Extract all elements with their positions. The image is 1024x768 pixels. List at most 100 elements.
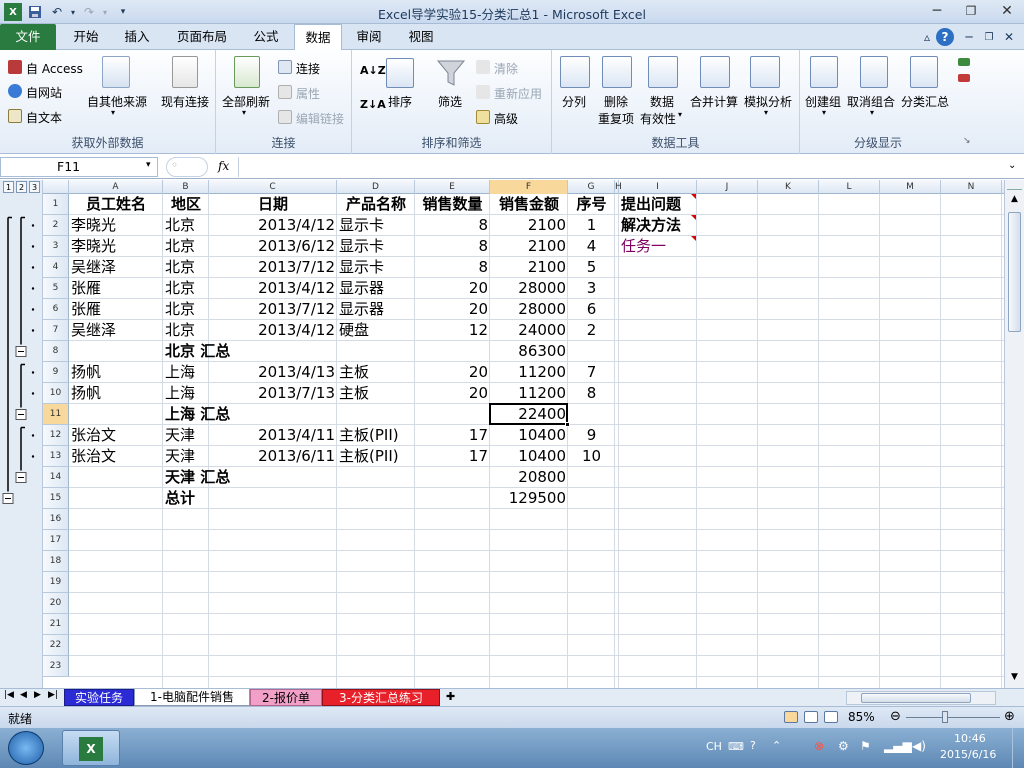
column-header-l[interactable]: L (819, 180, 880, 194)
taskbar-excel-button[interactable]: X (62, 730, 120, 766)
name-box[interactable]: F11 (0, 157, 158, 177)
cell-d4[interactable]: 显示卡 (337, 257, 415, 278)
help-icon[interactable]: ? (936, 28, 954, 46)
workbook-close-icon[interactable]: ✕ (1000, 28, 1018, 46)
row-header[interactable]: 23 (43, 656, 69, 677)
cell-f14[interactable]: 20800 (490, 467, 568, 488)
cell-e9[interactable]: 20 (415, 362, 490, 383)
row-header[interactable]: 19 (43, 572, 69, 593)
cell-a12[interactable]: 张治文 (69, 425, 163, 446)
what-if-dropdown-icon[interactable]: ▾ (764, 108, 768, 117)
remove-duplicates-label-2[interactable]: 重复项 (598, 110, 634, 127)
cell-c12[interactable]: 2013/4/11 (209, 425, 337, 446)
minimize-ribbon-icon[interactable]: ▵ (918, 28, 936, 46)
cell-f7[interactable]: 24000 (490, 320, 568, 341)
language-indicator[interactable]: CH (706, 740, 722, 753)
worksheet-grid[interactable]: ABCDEFGHIJKLMN 1 员工姓名 地区 日期 产品名称 销售数量 销售金额 序号 提出… (43, 180, 1004, 688)
workbook-minimize-icon[interactable]: ─ (960, 28, 978, 46)
row-header[interactable]: 15 (43, 488, 69, 509)
cell-a3[interactable]: 李晓光 (69, 236, 163, 257)
cell-c9[interactable]: 2013/4/13 (209, 362, 337, 383)
scroll-up-icon[interactable]: ▲ (1007, 194, 1022, 208)
cell-d10[interactable]: 主板 (337, 383, 415, 404)
edit-links-button[interactable]: 编辑链接 (296, 110, 344, 127)
row-header[interactable]: 8 (43, 341, 69, 362)
sort-ascending-icon[interactable]: A↓Z (360, 64, 386, 77)
scroll-down-icon[interactable]: ▼ (1007, 672, 1022, 686)
cell-e12[interactable]: 17 (415, 425, 490, 446)
cell-b8[interactable]: 北京 汇总 (163, 341, 230, 362)
row-header[interactable]: 14 (43, 467, 69, 488)
cell-c5[interactable]: 2013/4/12 (209, 278, 337, 299)
cell-g3[interactable]: 4 (568, 236, 615, 257)
hide-detail-icon[interactable] (958, 74, 970, 82)
cell-f1[interactable]: 销售金额 (490, 194, 568, 215)
cell-b6[interactable]: 北京 (163, 299, 209, 320)
row-header[interactable]: 16 (43, 509, 69, 530)
insert-sheet-icon[interactable]: ✚ (446, 690, 455, 703)
outline-dialog-launcher-icon[interactable]: ↘ (963, 136, 971, 146)
show-desktop-button[interactable] (1012, 728, 1024, 768)
expand-formula-bar-icon[interactable]: ⌄ (1008, 160, 1016, 171)
row-header[interactable]: 13 (43, 446, 69, 467)
row-header[interactable]: 2 (43, 215, 69, 236)
text-to-columns-button[interactable]: 分列 (562, 93, 586, 110)
cell-d1[interactable]: 产品名称 (337, 194, 415, 215)
cell-f6[interactable]: 28000 (490, 299, 568, 320)
cell-d6[interactable]: 显示器 (337, 299, 415, 320)
cell-g6[interactable]: 6 (568, 299, 615, 320)
tab-insert[interactable]: 插入 (112, 24, 162, 50)
formula-input[interactable] (238, 157, 1004, 177)
cell-b11[interactable]: 上海 汇总 (163, 404, 230, 425)
cell-g4[interactable]: 5 (568, 257, 615, 278)
cell-g7[interactable]: 2 (568, 320, 615, 341)
tab-home[interactable]: 开始 (60, 24, 112, 50)
row-header[interactable]: 10 (43, 383, 69, 404)
reapply-button[interactable]: 重新应用 (494, 85, 542, 102)
workbook-restore-icon[interactable]: ❐ (980, 28, 998, 46)
volume-icon[interactable]: ◀) (912, 739, 926, 753)
page-layout-view-icon[interactable] (804, 711, 818, 723)
existing-connections-button[interactable]: 现有连接 (161, 93, 209, 110)
cell-d5[interactable]: 显示器 (337, 278, 415, 299)
cell-f8[interactable]: 86300 (490, 341, 568, 362)
page-break-view-icon[interactable] (824, 711, 838, 723)
filter-button[interactable]: 筛选 (438, 93, 462, 110)
cell-g1[interactable]: 序号 (568, 194, 615, 215)
tab-formulas[interactable]: 公式 (242, 24, 290, 50)
cell-c7[interactable]: 2013/4/12 (209, 320, 337, 341)
cell-i3[interactable]: 任务一 (619, 236, 697, 257)
column-header-g[interactable]: G (568, 180, 615, 194)
cell-e5[interactable]: 20 (415, 278, 490, 299)
zoom-slider-thumb[interactable] (942, 711, 948, 723)
cell-e1[interactable]: 销售数量 (415, 194, 490, 215)
cell-f15[interactable]: 129500 (490, 488, 568, 509)
cell-b9[interactable]: 上海 (163, 362, 209, 383)
cell-a2[interactable]: 李晓光 (69, 215, 163, 236)
cell-d13[interactable]: 主板(PII) (337, 446, 415, 467)
row-header[interactable]: 3 (43, 236, 69, 257)
cell-f13[interactable]: 10400 (490, 446, 568, 467)
formula-bar-resize-handle[interactable]: ◦ (166, 157, 208, 177)
collapse-group-1-icon[interactable] (15, 346, 27, 357)
cell-d12[interactable]: 主板(PII) (337, 425, 415, 446)
horizontal-scroll-thumb[interactable] (861, 693, 971, 703)
cell-a5[interactable]: 张雁 (69, 278, 163, 299)
column-header-d[interactable]: D (337, 180, 415, 194)
cell-d9[interactable]: 主板 (337, 362, 415, 383)
collapse-group-3-icon[interactable] (15, 472, 27, 483)
column-header-j[interactable]: J (697, 180, 758, 194)
column-header-e[interactable]: E (415, 180, 490, 194)
select-all-corner[interactable] (43, 180, 69, 194)
action-center-icon[interactable]: ⚑ (860, 739, 871, 753)
restore-icon[interactable]: ❐ (956, 0, 986, 22)
prev-sheet-icon[interactable]: ◀ (20, 690, 27, 700)
cell-e10[interactable]: 20 (415, 383, 490, 404)
cell-g10[interactable]: 8 (568, 383, 615, 404)
comment-indicator-icon[interactable] (691, 194, 696, 199)
fill-handle[interactable] (565, 422, 570, 427)
other-sources-button[interactable]: 自其他来源 (87, 93, 147, 110)
row-header[interactable]: 18 (43, 551, 69, 572)
first-sheet-icon[interactable]: |◀ (4, 690, 14, 700)
column-header-f[interactable]: F (490, 180, 568, 194)
